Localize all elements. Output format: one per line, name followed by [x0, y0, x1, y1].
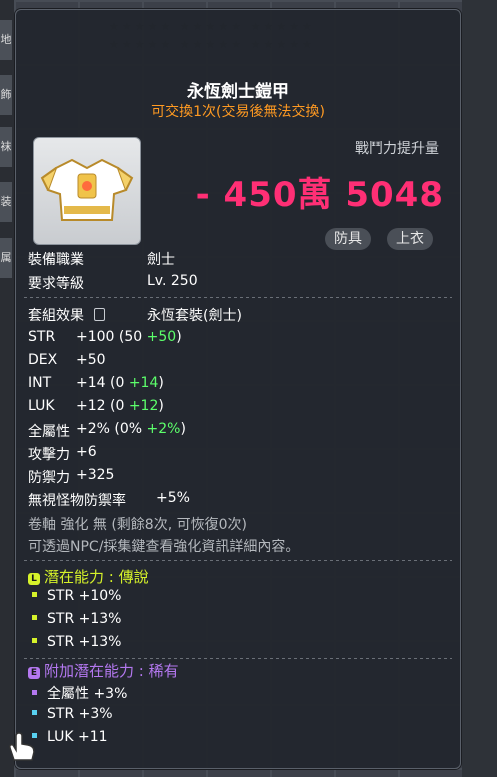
lock-icon[interactable] [94, 308, 106, 321]
hand-cursor-icon [9, 732, 35, 761]
stat-row: 無視怪物防禦率 +5% [28, 490, 190, 510]
stat-value: +2% (0% +2%) [76, 421, 186, 437]
side-tab[interactable]: 地 [0, 20, 12, 62]
stat-name: 無視怪物防禦率 [28, 493, 126, 509]
additional-potential-line: 全屬性 +3% [32, 683, 127, 703]
side-tab[interactable]: 属 [0, 238, 12, 280]
divider [24, 658, 452, 659]
req-level-row: 要求等級 Lv. 250 [28, 273, 198, 293]
additional-potential-header: E 附加潛在能力 : 稀有 [28, 660, 179, 681]
divider [24, 297, 452, 298]
bullet-icon [32, 690, 37, 695]
stat-value: +12 (0 +12) [76, 398, 164, 414]
stat-row: DEX +50 [28, 352, 106, 368]
stat-value: +14 (0 +14) [76, 375, 164, 391]
potential-line: STR +13% [32, 611, 121, 627]
stat-value: +6 [76, 444, 97, 460]
legendary-icon: L [28, 573, 40, 585]
additional-potential-line: STR +3% [32, 706, 113, 722]
stat-name: INT [28, 375, 52, 391]
armor-icon [40, 158, 134, 221]
scroll-info: 卷軸 強化 無 (剩餘8次, 可恢復0次) [28, 517, 247, 533]
additional-potential-line: LUK +11 [32, 729, 108, 745]
set-effect-row: 套組效果 永恆套裝(劍士) [28, 305, 242, 325]
stat-row: 全屬性 +2% (0% +2%) [28, 421, 186, 441]
potential-line: STR +13% [32, 634, 121, 650]
combat-power-label: 戰鬥力提升量 [355, 141, 439, 157]
stat-value: +100 (50 +50) [76, 329, 182, 345]
item-name: 永恆劍士鎧甲 [187, 82, 289, 102]
stat-row: 攻擊力 +6 [28, 444, 97, 464]
req-level-value: Lv. 250 [147, 273, 198, 289]
stat-row: 防禦力 +325 [28, 467, 114, 487]
additional-potential-label: 附加潛在能力 : 稀有 [44, 662, 179, 680]
combat-power-value: - 450萬 5048 [195, 175, 444, 215]
side-tabs: 地 飾 袜 装 属 [0, 0, 14, 777]
stat-name: 全屬性 [28, 424, 70, 440]
item-image-frame [33, 137, 141, 245]
req-job-row: 裝備職業 劍士 [28, 249, 175, 269]
stat-name: 防禦力 [28, 470, 70, 486]
tag-armor: 防具 [325, 228, 371, 250]
stat-row: LUK +12 (0 +12) [28, 398, 164, 414]
req-job-label: 裝備職業 [28, 252, 84, 268]
bullet-icon [32, 710, 37, 715]
stat-name: DEX [28, 352, 58, 368]
set-effect-value: 永恆套裝(劍士) [147, 308, 242, 324]
rare-icon: E [28, 667, 40, 679]
npc-info: 可透過NPC/採集鍵查看強化資訊詳細內容。 [28, 539, 300, 555]
stat-row: INT +14 (0 +14) [28, 375, 164, 391]
set-effect-label: 套組效果 [28, 308, 84, 324]
stat-value: +5% [156, 490, 190, 506]
stat-name: 攻擊力 [28, 447, 70, 463]
side-tab[interactable]: 飾 [0, 75, 12, 117]
bullet-icon [32, 638, 37, 643]
stat-name: LUK [28, 398, 55, 414]
divider [24, 560, 452, 561]
stat-value: +325 [76, 467, 115, 483]
req-job-value: 劍士 [147, 252, 175, 268]
stat-value: +50 [76, 352, 106, 368]
potential-header: L 潛在能力 : 傳說 [28, 566, 149, 587]
compare-tooltip-edge [462, 0, 497, 777]
potential-line: STR +10% [32, 588, 121, 604]
bullet-icon [32, 615, 37, 620]
tag-top: 上衣 [387, 228, 433, 250]
side-tab[interactable]: 装 [0, 182, 12, 224]
trade-note: 可交換1次(交易後無法交換) [151, 104, 325, 120]
stat-row: STR +100 (50 +50) [28, 329, 182, 345]
side-tab[interactable]: 袜 [0, 127, 12, 169]
bullet-icon [32, 592, 37, 597]
stat-name: STR [28, 329, 56, 345]
item-tooltip: 永恆劍士鎧甲 可交換1次(交易後無法交換) 戰鬥力提升量 - 450萬 5048… [15, 9, 461, 769]
req-level-label: 要求等級 [28, 276, 84, 292]
potential-label: 潛在能力 : 傳說 [44, 568, 149, 586]
